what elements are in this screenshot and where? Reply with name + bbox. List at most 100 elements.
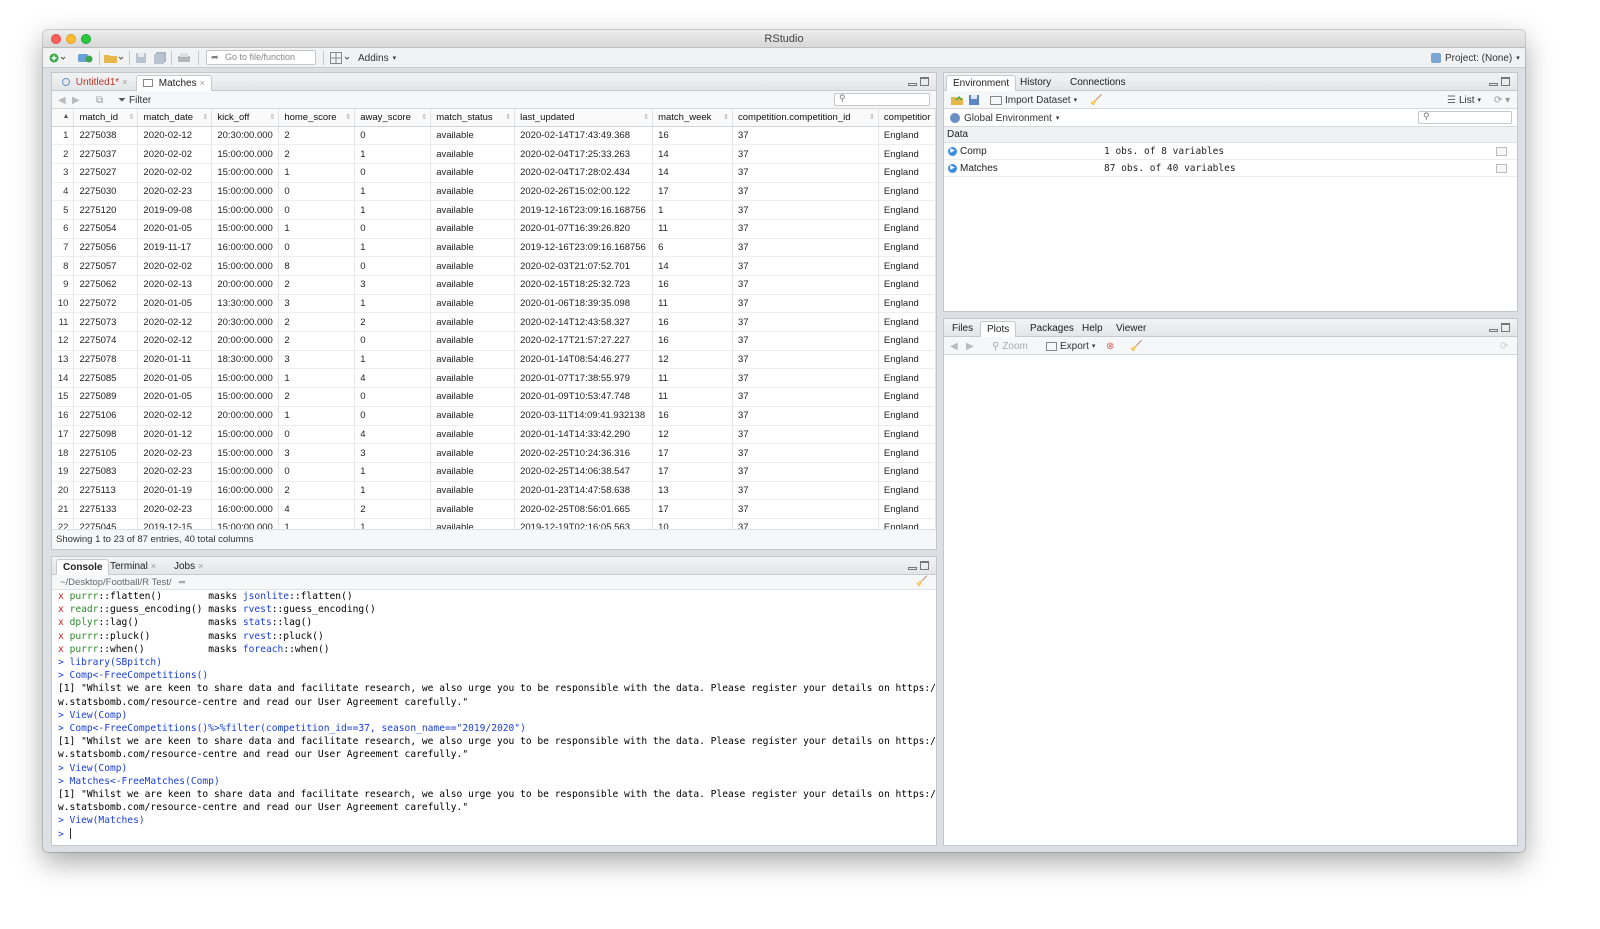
addins-menu[interactable]: Addins ▾ [358, 51, 396, 65]
close-tab-icon[interactable]: × [122, 77, 127, 87]
close-tab-icon[interactable]: × [200, 78, 205, 88]
table-row[interactable]: 9 2275062 2020-02-13 20:00:00.000 2 3 availabl… [52, 275, 936, 295]
zoom-button[interactable]: ⚲ Zoom [992, 339, 1028, 353]
remove-plot-icon[interactable]: ⊗ [1106, 339, 1114, 353]
table-row[interactable]: 15 2275089 2020-01-05 15:00:00.000 2 0 availab… [52, 387, 936, 407]
table-row[interactable]: 8 2275057 2020-02-02 15:00:00.000 8 0 availabl… [52, 256, 936, 276]
table-row[interactable]: 19 2275083 2020-02-23 15:00:00.000 0 1 availab… [52, 462, 936, 482]
column-header[interactable]: match_id ⇕ [73, 109, 139, 127]
tab-console[interactable]: Console [56, 559, 110, 575]
refresh-icon[interactable]: ⟳ ▾ [1494, 93, 1510, 107]
import-dataset-menu[interactable]: Import Dataset ▾ [990, 93, 1077, 107]
table-row[interactable]: 14 2275085 2020-01-05 15:00:00.000 1 4 availab… [52, 368, 936, 389]
tab-help[interactable]: Help [1076, 321, 1109, 337]
clear-plots-icon[interactable]: 🧹 [1130, 339, 1142, 353]
column-header[interactable]: match_date ⇕ [137, 109, 213, 127]
new-file-icon[interactable] [49, 51, 67, 65]
env-scope-menu[interactable]: Global Environment ▾ [950, 111, 1059, 125]
workspace-panes-icon[interactable] [330, 51, 350, 65]
table-row[interactable]: 6 2275054 2020-01-05 15:00:00.000 1 0 availabl… [52, 219, 936, 239]
tab-jobs[interactable]: Jobs × [168, 559, 209, 575]
next-plot-icon[interactable]: ▶ [966, 339, 974, 353]
view-table-icon[interactable] [1496, 147, 1507, 156]
tab-history[interactable]: History [1014, 75, 1057, 91]
goto-file-input[interactable]: ➦ Go to file/function [206, 50, 316, 65]
open-file-icon[interactable] [103, 51, 125, 65]
console-cursor[interactable] [69, 827, 71, 839]
column-header[interactable]: last_updated ⇕ [514, 109, 654, 127]
back-arrow-icon[interactable]: ◀ [58, 93, 66, 107]
table-row[interactable]: 1 2275038 2020-02-12 20:30:00.000 2 0 availabl… [52, 126, 936, 146]
column-header[interactable]: competition.competition_id ⇕ [732, 109, 879, 127]
sort-icon[interactable]: ⇕ [869, 113, 875, 121]
sort-icon[interactable]: ⇕ [643, 113, 649, 121]
close-tab-icon[interactable]: × [151, 561, 156, 571]
pane-minmax-controls[interactable] [1489, 77, 1511, 87]
view-table-icon[interactable] [1496, 164, 1507, 173]
sort-icon[interactable]: ⇕ [421, 113, 427, 121]
table-row[interactable]: 18 2275105 2020-02-23 15:00:00.000 3 3 availab… [52, 443, 936, 463]
refresh-icon[interactable]: ⟳ [1500, 339, 1508, 353]
previous-plot-icon[interactable]: ◀ [950, 339, 958, 353]
save-icon[interactable] [135, 51, 147, 65]
table-row[interactable]: 2 2275037 2020-02-02 15:00:00.000 2 1 availabl… [52, 144, 936, 164]
pane-minmax-controls[interactable] [1489, 323, 1511, 333]
table-row[interactable]: 17 2275098 2020-01-12 15:00:00.000 0 4 availab… [52, 425, 936, 445]
sort-icon[interactable]: ⇕ [723, 113, 729, 121]
env-search-input[interactable]: ⚲ [1418, 111, 1512, 124]
tab-matches[interactable]: Matches × [136, 75, 212, 91]
console-output[interactable]: x purrr::flatten() masks jsonlite::flatt… [52, 590, 936, 845]
table-row[interactable]: 16 2275106 2020-02-12 20:00:00.000 1 0 availab… [52, 406, 936, 426]
column-header[interactable]: match_status ⇕ [430, 109, 516, 127]
column-header[interactable]: match_week ⇕ [652, 109, 734, 127]
table-row[interactable]: 3 2275027 2020-02-02 15:00:00.000 1 0 availabl… [52, 163, 936, 183]
table-row[interactable]: 10 2275072 2020-01-05 13:30:00.000 3 1 availab… [52, 294, 936, 314]
expand-arrow-icon[interactable]: ▶ [948, 164, 957, 173]
tab-packages[interactable]: Packages [1024, 321, 1080, 337]
table-row[interactable]: 5 2275120 2019-09-08 15:00:00.000 0 1 availabl… [52, 200, 936, 220]
expand-arrow-icon[interactable]: ▶ [948, 147, 957, 156]
clear-console-icon[interactable]: 🧹 [916, 576, 928, 587]
save-workspace-icon[interactable] [968, 93, 980, 107]
column-header[interactable]: home_score ⇕ [278, 109, 356, 127]
env-row-comp[interactable]: ▶ Comp 1 obs. of 8 variables [944, 143, 1517, 160]
sort-icon[interactable]: ⇕ [345, 113, 351, 121]
tab-terminal[interactable]: Terminal × [104, 559, 162, 575]
pane-minmax-controls[interactable] [908, 77, 930, 87]
sort-icon[interactable]: ⇕ [269, 113, 275, 121]
table-row[interactable]: 11 2275073 2020-02-12 20:30:00.000 2 2 availab… [52, 312, 936, 333]
new-project-icon[interactable] [77, 51, 95, 65]
tab-untitled1[interactable]: Untitled1* × [56, 75, 133, 91]
tab-files[interactable]: Files [946, 321, 979, 337]
save-all-icon[interactable] [153, 51, 167, 65]
project-menu[interactable]: Project: (None) ▾ [1431, 51, 1520, 65]
column-header[interactable]: kick_off ⇕ [211, 109, 280, 127]
pane-minmax-controls[interactable] [908, 561, 930, 571]
tab-viewer[interactable]: Viewer [1110, 321, 1152, 337]
env-row-matches[interactable]: ▶ Matches 87 obs. of 40 variables [944, 160, 1517, 177]
sort-icon[interactable]: ⇕ [505, 113, 511, 121]
table-row[interactable]: 13 2275078 2020-01-11 18:30:00.000 3 1 availab… [52, 350, 936, 370]
print-icon[interactable] [177, 51, 191, 65]
column-header[interactable]: competitior [878, 109, 936, 127]
sort-icon[interactable]: ⇕ [129, 113, 135, 121]
data-search-input[interactable]: ⚲ [834, 93, 930, 106]
row-number-header[interactable]: ▲ [52, 109, 75, 127]
clear-objects-icon[interactable]: 🧹 [1090, 93, 1102, 107]
filter-button[interactable]: ⏷ Filter [118, 93, 151, 107]
load-workspace-icon[interactable] [950, 93, 964, 107]
go-to-directory-icon[interactable]: ➦ [178, 577, 186, 588]
list-view-menu[interactable]: ☰ List ▾ [1447, 93, 1481, 107]
close-tab-icon[interactable]: × [198, 561, 203, 571]
column-header[interactable]: away_score ⇕ [354, 109, 432, 127]
forward-arrow-icon[interactable]: ▶ [72, 93, 80, 107]
table-row[interactable]: 7 2275056 2019-11-17 16:00:00.000 0 1 availabl… [52, 238, 936, 258]
table-row[interactable]: 12 2275074 2020-02-12 20:00:00.000 2 0 availab… [52, 331, 936, 351]
tab-connections[interactable]: Connections [1064, 75, 1132, 91]
export-menu[interactable]: Export ▾ [1046, 339, 1095, 353]
sort-icon[interactable]: ⇕ [202, 113, 208, 121]
tab-plots[interactable]: Plots [980, 321, 1017, 337]
table-row[interactable]: 21 2275133 2020-02-23 16:00:00.000 4 2 availab… [52, 499, 936, 519]
tab-environment[interactable]: Environment [946, 75, 1017, 91]
table-row[interactable]: 20 2275113 2020-01-19 16:00:00.000 2 1 availab… [52, 481, 936, 501]
